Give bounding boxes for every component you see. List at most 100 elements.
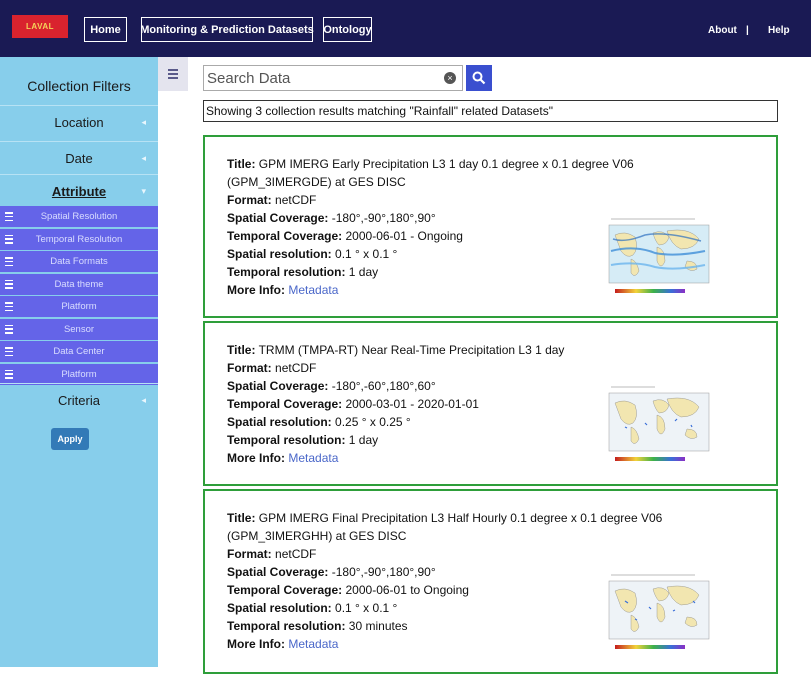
attribute-item-label: Data Center [53,346,105,357]
card-title: GPM IMERG Early Precipitation L3 1 day 0… [227,157,634,189]
clear-search-icon[interactable]: × [444,72,456,84]
attribute-item-label: Spatial Resolution [40,211,118,222]
card-format: netCDF [275,193,317,207]
card-title-label: Title: [227,157,256,171]
filter-location[interactable]: Location ◂ [0,105,158,139]
card-temporal-coverage: 2000-06-01 to Ongoing [345,583,469,597]
card-temporal-coverage-label: Temporal Coverage: [227,583,343,597]
attribute-item-platform-2[interactable]: Platform [0,363,158,385]
card-more-info-label: More Info: [227,637,285,651]
drag-handle-icon[interactable] [5,347,13,356]
card-spatial-resolution-label: Spatial resolution: [227,247,332,261]
filter-date[interactable]: Date ◂ [0,141,158,175]
drag-handle-icon[interactable] [5,279,13,289]
filter-attribute[interactable]: Attribute ▾ [0,174,158,208]
chevron-down-icon: ▾ [141,186,146,196]
card-title-row: Title: GPM IMERG Early Precipitation L3 … [227,155,672,191]
drag-handle-icon[interactable] [5,257,13,266]
card-spatial-resolution: 0.1 ° x 0.1 ° [335,247,398,261]
nav-help-link[interactable]: Help [768,25,790,36]
attribute-item-platform[interactable]: Platform [0,296,158,317]
drag-handle-icon[interactable] [5,234,13,244]
card-format: netCDF [275,547,317,561]
drag-handle-icon[interactable] [5,212,13,221]
search-button[interactable] [466,65,492,91]
result-card: Title: GPM IMERG Early Precipitation L3 … [203,135,778,318]
card-temporal-resolution-label: Temporal resolution: [227,265,346,279]
card-title: TRMM (TMPA-RT) Near Real-Time Precipitat… [258,343,565,357]
search-input[interactable] [207,68,437,88]
filter-location-label: Location [54,115,104,130]
drag-handle-icon[interactable] [5,369,13,379]
card-spatial-coverage: -180°,-60°,180°,60° [331,379,436,393]
attribute-item-label: Data Formats [50,256,108,267]
precipitation-map-thumbnail[interactable] [605,571,713,661]
filter-attribute-label: Attribute [51,184,107,199]
card-format-label: Format: [227,193,272,207]
card-more-info-label: More Info: [227,451,285,465]
card-spatial-resolution-label: Spatial resolution: [227,415,332,429]
logo-text: LAVAL [26,22,54,31]
filter-criteria[interactable]: Criteria ◂ [0,383,158,417]
card-spatial-coverage-label: Spatial Coverage: [227,565,329,579]
attribute-item-temporal-resolution[interactable]: Temporal Resolution [0,228,158,250]
attribute-item-sensor[interactable]: Sensor [0,318,158,340]
nav-separator: | [746,25,749,36]
apply-button[interactable]: Apply [51,428,89,450]
filter-date-label: Date [65,151,93,166]
precipitation-map-thumbnail[interactable] [605,383,713,473]
card-format: netCDF [275,361,317,375]
search-box: × [203,65,463,91]
card-spatial-resolution-label: Spatial resolution: [227,601,332,615]
attribute-item-data-formats[interactable]: Data Formats [0,251,158,272]
card-temporal-coverage: 2000-03-01 - 2020-01-01 [345,397,479,411]
card-format-row: Format: netCDF [227,359,672,377]
card-spatial-coverage: -180°,-90°,180°,90° [331,211,436,225]
attribute-item-label: Data theme [54,278,104,290]
nav-monitoring-button[interactable]: Monitoring & Prediction Datasets [140,17,314,42]
chevron-left-icon: ◂ [141,153,146,163]
card-title-row: Title: GPM IMERG Final Precipitation L3 … [227,509,672,545]
university-logo[interactable]: LAVAL [12,15,68,38]
card-temporal-resolution: 1 day [348,433,379,447]
card-format-row: Format: netCDF [227,191,672,209]
card-title-label: Title: [227,343,256,357]
card-title: GPM IMERG Final Precipitation L3 Half Ho… [227,511,663,543]
nav-home-button[interactable]: Home [84,17,127,42]
card-spatial-coverage-label: Spatial Coverage: [227,211,329,225]
filter-criteria-label: Criteria [58,393,100,408]
card-temporal-resolution: 1 day [348,265,379,279]
attribute-item-label: Platform [61,368,97,380]
attribute-item-label: Sensor [63,323,95,335]
precipitation-map-thumbnail[interactable] [605,215,713,305]
attribute-item-spatial-resolution[interactable]: Spatial Resolution [0,206,158,227]
card-spatial-coverage-label: Spatial Coverage: [227,379,329,393]
card-temporal-coverage-label: Temporal Coverage: [227,229,343,243]
card-format-label: Format: [227,361,272,375]
attribute-sub-list: Spatial Resolution Temporal Resolution D… [0,206,158,386]
top-navbar: LAVAL Home Monitoring & Prediction Datas… [0,0,811,57]
card-temporal-resolution-label: Temporal resolution: [227,619,346,633]
card-title-label: Title: [227,511,256,525]
metadata-link[interactable]: Metadata [288,637,338,651]
nav-ontology-button[interactable]: Ontology [323,17,372,42]
card-more-info-label: More Info: [227,283,285,297]
attribute-item-label: Temporal Resolution [35,233,123,245]
results-banner: Showing 3 collection results matching "R… [203,100,778,122]
metadata-link[interactable]: Metadata [288,283,338,297]
search-icon [472,71,486,85]
card-temporal-coverage-label: Temporal Coverage: [227,397,343,411]
drag-handle-icon[interactable] [5,302,13,311]
card-format-row: Format: netCDF [227,545,672,563]
result-card: Title: TRMM (TMPA-RT) Near Real-Time Pre… [203,321,778,486]
nav-about-link[interactable]: About [708,25,737,36]
attribute-item-data-theme[interactable]: Data theme [0,273,158,295]
card-temporal-coverage: 2000-06-01 - Ongoing [345,229,463,243]
attribute-item-data-center[interactable]: Data Center [0,341,158,362]
card-spatial-resolution: 0.25 ° x 0.25 ° [335,415,411,429]
chevron-left-icon: ◂ [141,117,146,127]
metadata-link[interactable]: Metadata [288,451,338,465]
card-spatial-coverage: -180°,-90°,180°,90° [331,565,436,579]
drag-handle-icon[interactable] [5,324,13,334]
sidebar-toggle-button[interactable] [158,57,188,91]
